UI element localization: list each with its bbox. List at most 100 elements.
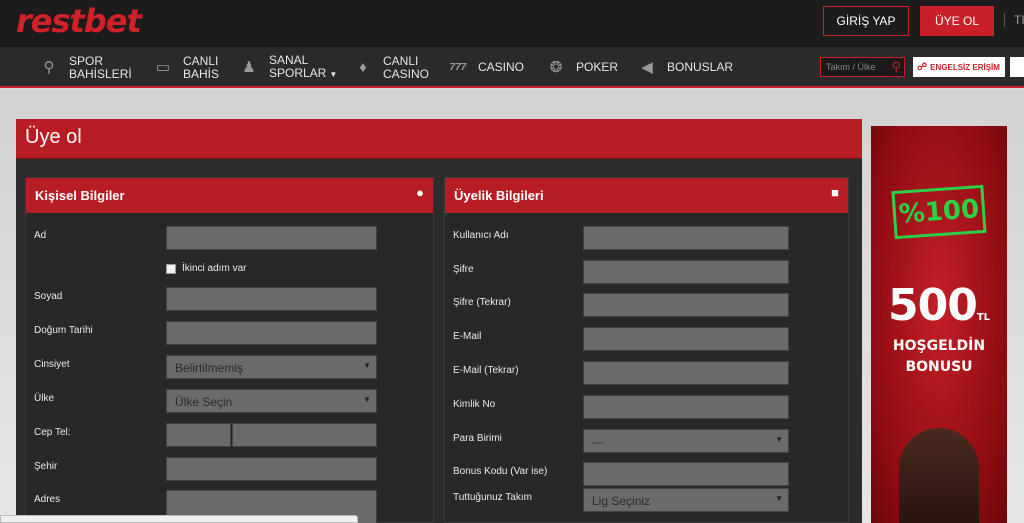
personal-info-panel: Kişisel Bilgiler ● Ad İkinci adım var So… bbox=[25, 177, 434, 523]
second-step-label: İkinci adım var bbox=[182, 263, 247, 274]
nav-canli-bahis[interactable]: ▭ CANLI BAHİS bbox=[152, 47, 219, 88]
email-field[interactable] bbox=[583, 327, 789, 351]
id-no-label: Kimlik No bbox=[453, 399, 496, 410]
personal-info-title: Kişisel Bilgiler bbox=[35, 188, 125, 203]
nav-label: BAHİS bbox=[183, 66, 220, 81]
second-step-checkbox[interactable]: İkinci adım var bbox=[166, 263, 246, 274]
nav-label: CASINO bbox=[383, 66, 430, 81]
surname-field[interactable] bbox=[166, 287, 377, 311]
search-icon[interactable]: ⚲ bbox=[891, 59, 901, 75]
phone-label: Cep Tel: bbox=[34, 427, 71, 438]
address-label: Adres bbox=[34, 494, 61, 505]
language-selector[interactable]: TI bbox=[1004, 13, 1024, 27]
unblock-access-button[interactable]: ☍ ENGELSİZ ERİŞİM bbox=[913, 57, 1005, 77]
login-button[interactable]: GİRİŞ YAP bbox=[823, 6, 909, 36]
gender-value: Belirtilmemiş bbox=[175, 361, 244, 375]
bonus-text: HOŞGELDİN BONUSU bbox=[871, 336, 1007, 378]
nav-label: SANAL bbox=[269, 53, 309, 67]
name-field[interactable] bbox=[166, 226, 377, 250]
bonus-amount-value: 500 bbox=[887, 280, 978, 331]
nav-spor-bahisleri[interactable]: ⚲ SPOR BAHİSLERİ bbox=[38, 47, 132, 88]
team-value: Lig Seçiniz bbox=[592, 494, 651, 508]
city-label: Şehir bbox=[34, 461, 58, 472]
currency-select[interactable]: --- ▼ bbox=[583, 429, 789, 453]
nav-sanal-sporlar[interactable]: ♟ SANAL SPORLAR ▼ bbox=[238, 47, 337, 88]
checkbox-icon[interactable] bbox=[166, 263, 176, 274]
nav-label: CASINO bbox=[478, 60, 525, 74]
surname-label: Soyad bbox=[34, 291, 63, 302]
search-placeholder: Takım / Ülke bbox=[826, 62, 876, 72]
card-suits-icon: ♦ bbox=[359, 59, 367, 76]
nav-label: POKER bbox=[576, 60, 619, 74]
nav-casino[interactable]: 777 CASINO bbox=[447, 47, 524, 88]
email-repeat-field[interactable] bbox=[583, 361, 789, 385]
password-repeat-field[interactable] bbox=[583, 293, 789, 317]
user-icon: ● bbox=[416, 185, 424, 200]
chevron-down-icon: ▼ bbox=[775, 494, 783, 503]
country-select[interactable]: Ülke Seçin ▼ bbox=[166, 389, 377, 413]
nav-canli-casino[interactable]: ♦ CANLI CASINO bbox=[352, 47, 429, 88]
birthdate-label: Doğum Tarihi bbox=[34, 325, 93, 336]
main-navigation: ⚲ SPOR BAHİSLERİ ▭ CANLI BAHİS ♟ SANAL SPOR… bbox=[0, 47, 1024, 88]
membership-info-title: Üyelik Bilgileri bbox=[454, 188, 544, 203]
nav-poker[interactable]: ❂ POKER bbox=[545, 47, 618, 88]
currency-label: Para Birimi bbox=[453, 433, 502, 444]
nav-label: BONUSLAR bbox=[667, 60, 734, 74]
poker-chip-icon: ❂ bbox=[549, 59, 563, 76]
lock-icon: ■ bbox=[831, 185, 839, 200]
registration-panel: Üye ol Kişisel Bilgiler ● Ad İkinci adım… bbox=[16, 119, 862, 523]
personal-info-header: Kişisel Bilgiler ● bbox=[26, 178, 433, 213]
top-bar: restbet GİRİŞ YAP ÜYE OL TI bbox=[0, 0, 1024, 47]
membership-info-panel: Üyelik Bilgileri ■ Kullanıcı Adı Şifre Ş… bbox=[444, 177, 849, 523]
email-repeat-label: E-Mail (Tekrar) bbox=[453, 365, 519, 376]
country-value: Ülke Seçin bbox=[175, 395, 233, 409]
bonus-percent-stamp: %100 bbox=[891, 184, 987, 240]
logo-part-2: bet bbox=[83, 2, 142, 40]
gender-select[interactable]: Belirtilmemiş ▼ bbox=[166, 355, 377, 379]
username-label: Kullanıcı Adı bbox=[453, 230, 509, 241]
virtual-sports-icon: ♟ bbox=[242, 59, 256, 76]
password-label: Şifre bbox=[453, 264, 474, 275]
phone-number-field[interactable] bbox=[232, 423, 377, 447]
live-tv-icon: ▭ bbox=[155, 59, 171, 76]
nav-bonuslar[interactable]: ◀ BONUSLAR bbox=[636, 47, 733, 88]
whistle-icon: ⚲ bbox=[43, 59, 55, 76]
bonus-code-label: Bonus Kodu (Var ise) bbox=[453, 466, 548, 477]
logo-part-1: rest bbox=[16, 2, 85, 40]
next-button[interactable] bbox=[1010, 57, 1024, 77]
gender-label: Cinsiyet bbox=[34, 359, 70, 370]
unblock-icon: ☍ bbox=[917, 61, 928, 73]
megaphone-icon: ◀ bbox=[641, 59, 653, 76]
chevron-down-icon: ▼ bbox=[329, 70, 338, 79]
id-no-field[interactable] bbox=[583, 395, 789, 419]
nav-label: CANLI bbox=[183, 53, 219, 68]
nav-label: CANLI bbox=[383, 53, 419, 68]
restbet-logo[interactable]: restbet bbox=[16, 2, 142, 40]
phone-code-field[interactable] bbox=[166, 423, 231, 447]
email-label: E-Mail bbox=[453, 331, 482, 342]
chevron-down-icon: ▼ bbox=[775, 435, 783, 444]
password-field[interactable] bbox=[583, 260, 789, 284]
password-repeat-label: Şifre (Tekrar) bbox=[453, 297, 511, 308]
unblock-label: ENGELSİZ ERİŞİM bbox=[930, 62, 1000, 72]
membership-info-header: Üyelik Bilgileri ■ bbox=[445, 178, 848, 213]
birthdate-field[interactable] bbox=[166, 321, 377, 345]
search-input[interactable]: Takım / Ülke ⚲ bbox=[820, 57, 905, 77]
currency-value: --- bbox=[592, 435, 604, 449]
team-select[interactable]: Lig Seçiniz ▼ bbox=[583, 488, 789, 512]
slot-777-icon: 777 bbox=[449, 62, 467, 73]
player-image bbox=[899, 428, 979, 523]
bonus-code-field[interactable] bbox=[583, 462, 789, 486]
nav-label: SPORLAR bbox=[269, 66, 327, 80]
username-field[interactable] bbox=[583, 226, 789, 250]
country-label: Ülke bbox=[34, 393, 55, 404]
nav-label: BAHİSLERİ bbox=[69, 66, 132, 81]
status-bar-tooltip bbox=[0, 515, 358, 523]
bonus-currency: TL bbox=[976, 312, 991, 323]
name-label: Ad bbox=[34, 230, 47, 241]
welcome-bonus-banner[interactable]: %100 500TL HOŞGELDİN BONUSU bbox=[871, 126, 1007, 523]
chevron-down-icon: ▼ bbox=[363, 395, 371, 404]
bonus-amount: 500TL bbox=[871, 280, 1007, 331]
city-field[interactable] bbox=[166, 457, 377, 481]
register-button[interactable]: ÜYE OL bbox=[920, 6, 994, 36]
